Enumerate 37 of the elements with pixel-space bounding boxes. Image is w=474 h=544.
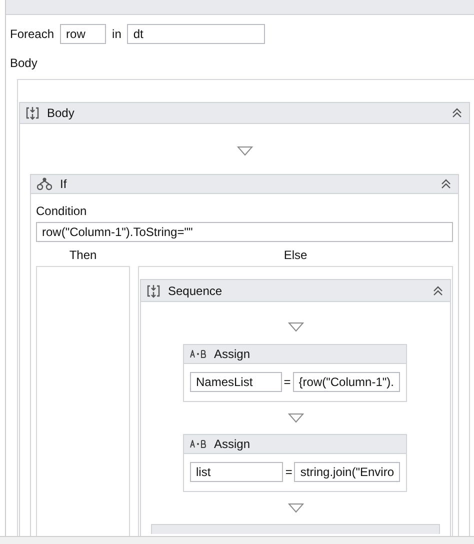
item-field[interactable]: row — [60, 24, 106, 44]
collapse-icon[interactable] — [451, 107, 463, 119]
drop-arrow-icon — [288, 503, 304, 513]
condition-field[interactable]: row("Column-1").ToString="" — [36, 222, 453, 242]
collection-field[interactable]: dt — [127, 24, 266, 44]
collapse-icon[interactable] — [432, 284, 444, 296]
drop-arrow-icon — [236, 146, 252, 156]
sequence-icon — [26, 106, 39, 120]
activity-title: Body — [47, 106, 76, 120]
activity-title: Assign — [214, 437, 252, 451]
collapse-icon[interactable] — [440, 178, 452, 190]
foreach-label: Foreach — [10, 27, 54, 41]
assign-icon — [190, 440, 206, 448]
assign-value-field[interactable]: string.join("Enviro — [294, 462, 400, 482]
assign-to-field[interactable]: list — [190, 462, 284, 482]
assign-activity[interactable]: Assign NamesList = {row("Column-1"). — [183, 344, 407, 402]
branch-icon — [37, 177, 52, 191]
assign-activity[interactable]: Assign list = string.join("Enviro — [183, 434, 407, 492]
if-activity[interactable]: If Condition row("Column-1").ToString="" Then Else Sequence Assign NamesList = {row("Column-1"). Assign list = string.join("Enviro — [30, 174, 459, 536]
then-label: Then — [68, 248, 98, 262]
equals-sign: = — [285, 465, 292, 479]
sequence-icon — [147, 284, 160, 298]
sequence-activity[interactable]: Sequence Assign NamesList = {row("Column-1"). Assign list = string.join("Enviro — [140, 279, 451, 536]
activity-title: Sequence — [168, 284, 224, 298]
assign-value-field[interactable]: {row("Column-1"). — [292, 372, 400, 392]
equals-sign: = — [284, 375, 291, 389]
activity-title: Assign — [214, 347, 252, 361]
activity-title: If — [60, 177, 68, 191]
condition-label: Condition — [36, 204, 87, 218]
assign-icon — [190, 350, 206, 358]
drop-arrow-icon — [288, 322, 304, 332]
in-label: in — [112, 27, 122, 41]
body-activity[interactable]: Body If Condition row("Column-1").ToString="" Then Else Sequence Assign NamesList = {row("Column-1"). Assign list = string.join("Enviro — [19, 102, 470, 536]
assign-to-field[interactable]: NamesList — [190, 372, 282, 392]
else-label: Else — [282, 248, 308, 262]
drop-arrow-icon — [288, 413, 304, 423]
body-label: Body — [10, 56, 38, 70]
